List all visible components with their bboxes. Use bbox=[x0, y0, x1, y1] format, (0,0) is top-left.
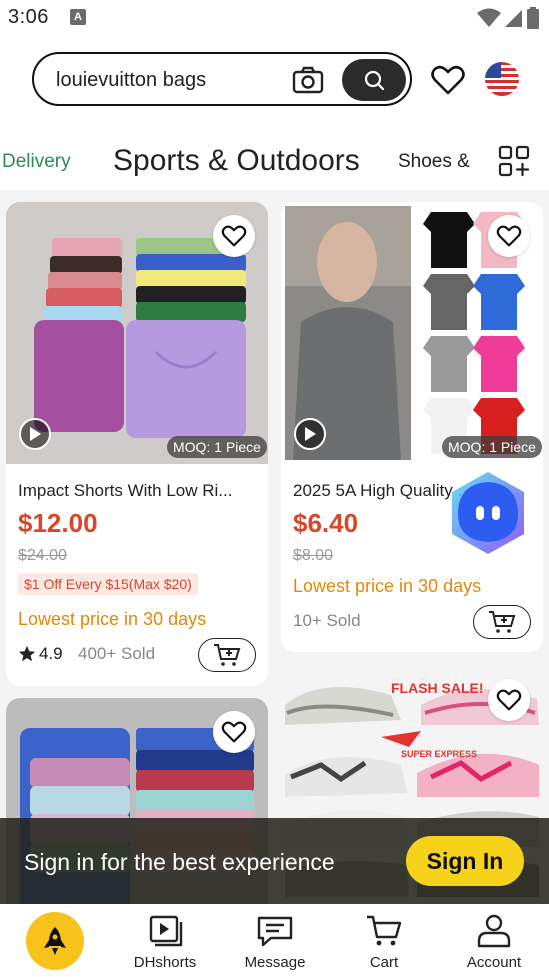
coupon-badge: $1 Off Every $15(Max $20) bbox=[18, 573, 198, 595]
play-video-button[interactable] bbox=[294, 418, 326, 450]
person-icon bbox=[477, 914, 511, 948]
favorite-button[interactable] bbox=[488, 215, 530, 257]
product-price: $6.40 bbox=[293, 508, 359, 538]
lowest-price-label: Lowest price in 30 days bbox=[293, 576, 482, 596]
original-price: $8.00 bbox=[293, 547, 334, 564]
camera-icon[interactable] bbox=[292, 65, 324, 95]
nav-account[interactable]: Account bbox=[439, 904, 549, 977]
add-cart-icon bbox=[214, 644, 241, 666]
rocket-home-icon bbox=[44, 927, 66, 955]
moq-badge: MOQ: 1 Piece bbox=[167, 436, 267, 458]
favorite-button[interactable] bbox=[213, 215, 255, 257]
add-to-cart-button[interactable] bbox=[198, 638, 256, 672]
add-to-cart-button[interactable] bbox=[473, 605, 531, 639]
search-input[interactable]: louievuitton bags bbox=[56, 69, 206, 92]
wishlist-heart-icon[interactable] bbox=[430, 62, 466, 98]
favorite-button[interactable] bbox=[213, 711, 255, 753]
all-categories-button[interactable] bbox=[478, 132, 549, 190]
product-card[interactable]: MOQ: 1 Piece Impact Shorts With Low Ri..… bbox=[6, 202, 268, 686]
nav-home[interactable] bbox=[0, 904, 110, 977]
search-button[interactable] bbox=[342, 59, 406, 101]
cart-icon bbox=[367, 915, 402, 946]
heart-icon bbox=[221, 721, 247, 743]
product-card[interactable]: MOQ: 1 Piece 2025 5A High Quality ... $6… bbox=[281, 202, 543, 652]
home-button[interactable] bbox=[26, 912, 84, 970]
nav-dhshorts[interactable]: DHshorts bbox=[110, 904, 220, 977]
message-icon bbox=[257, 916, 293, 947]
signin-banner: Sign in for the best experience Sign In bbox=[0, 818, 549, 904]
original-price: $24.00 bbox=[18, 547, 67, 564]
wifi-icon bbox=[477, 8, 501, 27]
nav-label-dhshorts: DHshorts bbox=[133, 954, 197, 971]
sign-in-button[interactable]: Sign In bbox=[406, 836, 524, 886]
product-price: $12.00 bbox=[18, 508, 98, 538]
notification-icon: A bbox=[70, 9, 86, 25]
status-time: 3:06 bbox=[8, 6, 49, 28]
play-icon bbox=[30, 427, 41, 441]
sold-count: 10+ Sold bbox=[293, 611, 361, 630]
lowest-price-label: Lowest price in 30 days bbox=[18, 609, 207, 629]
nav-label-message: Message bbox=[244, 954, 306, 971]
rating-value: 4.9 bbox=[39, 644, 63, 663]
tab-delivery[interactable]: Delivery bbox=[2, 151, 71, 173]
star-icon bbox=[18, 645, 36, 662]
flash-sale-label: FLASH SALE! bbox=[391, 680, 484, 696]
heart-icon bbox=[496, 689, 522, 711]
signin-prompt: Sign in for the best experience bbox=[24, 849, 335, 875]
category-tabs: Delivery Sports & Outdoors Shoes & bbox=[0, 132, 549, 190]
moq-badge: MOQ: 1 Piece bbox=[442, 436, 542, 458]
us-flag-icon[interactable] bbox=[485, 62, 519, 96]
sold-count: 400+ Sold bbox=[78, 644, 156, 663]
heart-icon bbox=[221, 225, 247, 247]
nav-label-account: Account bbox=[466, 954, 522, 971]
favorite-button[interactable] bbox=[488, 679, 530, 721]
signal-icon bbox=[505, 10, 522, 27]
play-icon bbox=[305, 427, 316, 441]
tab-shoes[interactable]: Shoes & bbox=[398, 151, 476, 173]
nav-message[interactable]: Message bbox=[220, 904, 330, 977]
status-bar: 3:06 A bbox=[0, 0, 549, 38]
rating: 4.9 bbox=[18, 644, 63, 664]
super-express-label: SUPER EXPRESS bbox=[401, 749, 477, 759]
chatbot-assistant-icon[interactable] bbox=[446, 470, 530, 556]
nav-cart[interactable]: Cart bbox=[329, 904, 439, 977]
nav-label-cart: Cart bbox=[369, 954, 399, 971]
heart-icon bbox=[496, 225, 522, 247]
search-icon bbox=[364, 70, 385, 91]
status-indicators bbox=[477, 7, 539, 29]
battery-icon bbox=[527, 7, 539, 29]
play-square-icon bbox=[149, 915, 183, 947]
play-video-button[interactable] bbox=[19, 418, 51, 450]
bottom-navigation: DHshorts Message Cart Account bbox=[0, 904, 549, 977]
tab-sports-outdoors[interactable]: Sports & Outdoors bbox=[113, 144, 360, 178]
category-grid-icon bbox=[498, 145, 529, 177]
add-cart-icon bbox=[489, 611, 516, 633]
search-bar[interactable]: louievuitton bags bbox=[32, 52, 412, 106]
product-title[interactable]: Impact Shorts With Low Ri... bbox=[18, 481, 258, 501]
